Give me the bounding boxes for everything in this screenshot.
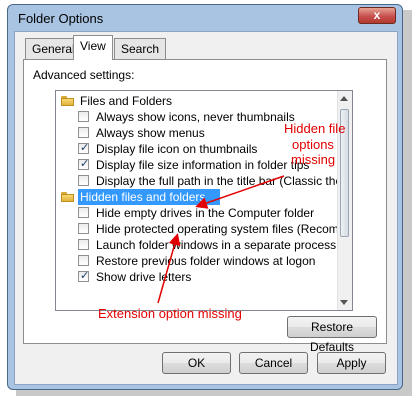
annotation-arrows	[157, 175, 285, 304]
arrow-to-missing-extension	[157, 233, 181, 304]
arrow-to-hidden-files	[195, 175, 285, 209]
tab-view[interactable]: View	[73, 35, 113, 60]
